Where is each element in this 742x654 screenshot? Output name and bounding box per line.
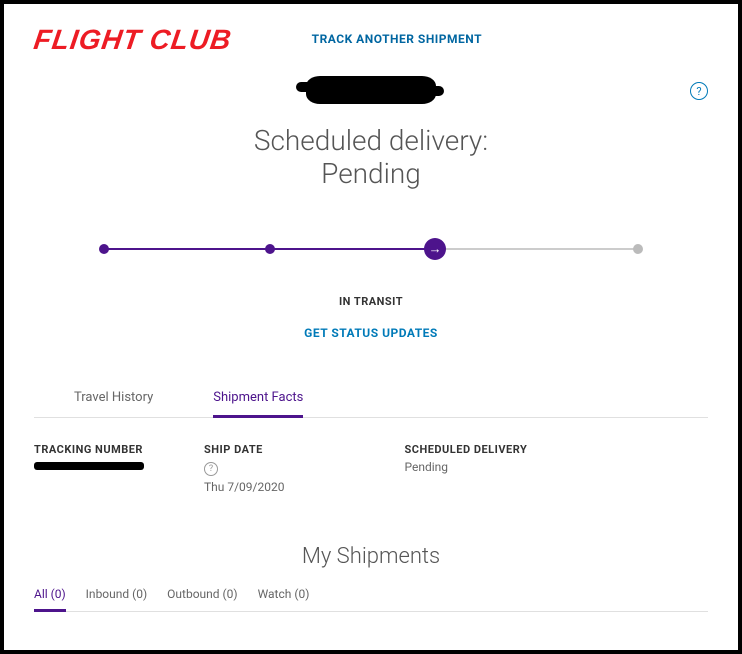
my-shipments-title: My Shipments <box>34 544 708 569</box>
scheduled-delivery-value: Pending <box>34 157 708 190</box>
redacted-tracking-id <box>306 76 436 104</box>
progress-step-4 <box>633 244 643 254</box>
detail-tabs: Travel History Shipment Facts <box>34 390 708 418</box>
ship-date-value: Thu 7/09/2020 <box>204 480 284 494</box>
scheduled-delivery-label: Scheduled delivery: <box>34 124 708 157</box>
scheduled-delivery-fact-value: Pending <box>404 460 527 474</box>
ship-date-help-icon[interactable]: ? <box>204 462 218 476</box>
track-another-shipment-link[interactable]: TRACK ANOTHER SHIPMENT <box>312 24 482 46</box>
arrow-right-icon: → <box>429 241 442 257</box>
progress-step-3-current: → <box>424 238 446 260</box>
my-shipments-tabs: All (0) Inbound (0) Outbound (0) Watch (… <box>34 587 708 612</box>
ship-tab-watch[interactable]: Watch (0) <box>258 587 310 611</box>
ship-tab-inbound[interactable]: Inbound (0) <box>86 587 148 611</box>
get-status-updates-link[interactable]: GET STATUS UPDATES <box>34 326 708 340</box>
scheduled-delivery-fact-label: SCHEDULED DELIVERY <box>404 443 527 456</box>
help-icon[interactable]: ? <box>690 82 708 100</box>
redacted-tracking-number <box>34 462 144 470</box>
status-label: IN TRANSIT <box>34 295 708 308</box>
ship-tab-outbound[interactable]: Outbound (0) <box>167 587 237 611</box>
progress-step-2 <box>265 244 275 254</box>
ship-date-label: SHIP DATE <box>204 443 284 456</box>
tab-shipment-facts[interactable]: Shipment Facts <box>213 390 303 418</box>
progress-step-1 <box>99 244 109 254</box>
tracking-number-label: TRACKING NUMBER <box>34 443 144 456</box>
logo: FLIGHT CLUB <box>32 24 234 56</box>
progress-bar: → <box>104 240 638 260</box>
shipment-facts-panel: TRACKING NUMBER SHIP DATE ? Thu 7/09/202… <box>34 443 708 494</box>
tab-travel-history[interactable]: Travel History <box>74 390 153 417</box>
ship-tab-all[interactable]: All (0) <box>34 587 66 612</box>
